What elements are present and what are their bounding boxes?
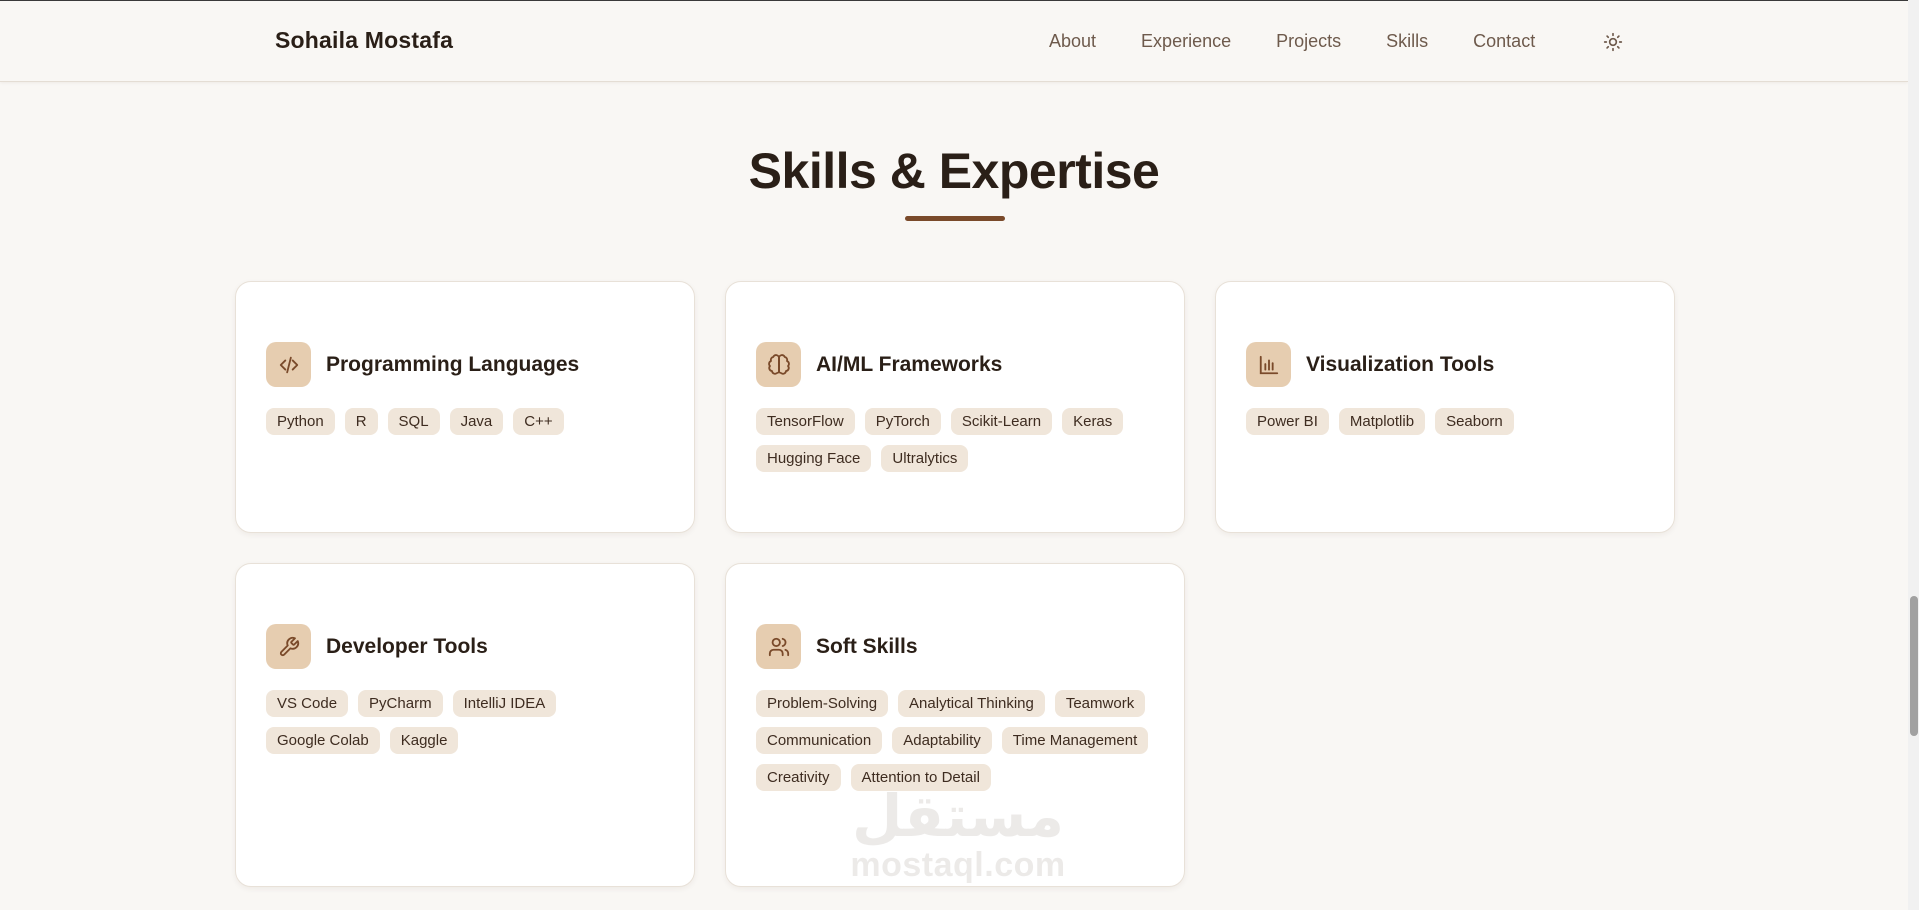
skill-tag: Hugging Face bbox=[756, 445, 872, 472]
card-header: Soft Skills bbox=[756, 624, 918, 669]
tag-list: Power BI Matplotlib Seaborn bbox=[1246, 408, 1656, 445]
card-title: AI/ML Frameworks bbox=[816, 352, 1003, 376]
card-title: Developer Tools bbox=[326, 634, 488, 658]
card-icon-tile bbox=[756, 624, 801, 669]
card-title: Soft Skills bbox=[816, 634, 918, 658]
skill-tag: Python bbox=[266, 408, 335, 435]
card-title: Programming Languages bbox=[326, 352, 580, 376]
card-icon-tile bbox=[756, 342, 801, 387]
theme-toggle-button[interactable] bbox=[1602, 31, 1624, 53]
page: Sohaila Mostafa About Experience Project… bbox=[0, 0, 1919, 910]
card-icon-tile bbox=[266, 342, 311, 387]
sun-icon bbox=[1603, 32, 1623, 52]
skill-tag: Java bbox=[449, 408, 504, 435]
skill-tag: C++ bbox=[513, 408, 564, 435]
scrollbar-thumb[interactable] bbox=[1910, 596, 1918, 736]
skill-tag: Keras bbox=[1062, 408, 1124, 435]
tag-list: VS Code PyCharm IntelliJ IDEA Google Colab K… bbox=[266, 690, 676, 764]
skill-tag: Seaborn bbox=[1435, 408, 1514, 435]
skill-tag: VS Code bbox=[266, 690, 349, 717]
card-header: AI/ML Frameworks bbox=[756, 342, 1002, 387]
skill-tag: TensorFlow bbox=[756, 408, 855, 435]
code-icon bbox=[279, 356, 298, 373]
bar-chart-icon bbox=[1259, 355, 1278, 374]
nav-link-contact[interactable]: Contact bbox=[1473, 31, 1535, 52]
skill-card-developer-tools: Developer Tools VS Code PyCharm IntelliJ I… bbox=[235, 563, 695, 887]
card-header: Programming Languages bbox=[266, 342, 579, 387]
skill-card-ai-ml-frameworks: AI/ML Frameworks TensorFlow PyTorch Scikit… bbox=[725, 281, 1185, 533]
brand-name[interactable]: Sohaila Mostafa bbox=[275, 27, 453, 54]
skill-tag: Attention to Detail bbox=[850, 764, 991, 791]
scrollbar-track[interactable] bbox=[1908, 0, 1919, 910]
skill-tag: PyCharm bbox=[358, 690, 443, 717]
title-underline bbox=[905, 216, 1005, 221]
skill-card-soft-skills: Soft Skills Problem-Solving Analytical Th… bbox=[725, 563, 1185, 887]
skill-tag: Creativity bbox=[756, 764, 841, 791]
tag-list: Problem-Solving Analytical Thinking Teamwo… bbox=[756, 690, 1166, 801]
skill-tag: SQL bbox=[387, 408, 440, 435]
skill-tag: Kaggle bbox=[389, 727, 459, 754]
skill-tag: Teamwork bbox=[1054, 690, 1146, 717]
skill-tag: Power BI bbox=[1246, 408, 1329, 435]
card-header: Developer Tools bbox=[266, 624, 488, 669]
nav-link-about[interactable]: About bbox=[1049, 31, 1096, 52]
card-header: Visualization Tools bbox=[1246, 342, 1494, 387]
tag-list: Python R SQL Java C++ bbox=[266, 408, 676, 445]
wrench-icon bbox=[279, 636, 299, 656]
skill-tag: IntelliJ IDEA bbox=[452, 690, 557, 717]
section-title: Skills & Expertise bbox=[748, 143, 1160, 199]
skill-card-programming-languages: Programming Languages Python R SQL Java C++ bbox=[235, 281, 695, 533]
skill-tag: Google Colab bbox=[266, 727, 380, 754]
brain-icon bbox=[767, 353, 790, 375]
main-nav: About Experience Projects Skills Contact bbox=[1049, 31, 1580, 52]
skill-tag: Problem-Solving bbox=[756, 690, 889, 717]
tag-list: TensorFlow PyTorch Scikit-Learn Keras Huggin… bbox=[756, 408, 1166, 482]
card-title: Visualization Tools bbox=[1306, 352, 1495, 376]
skill-tag: Time Management bbox=[1001, 727, 1149, 754]
site-header: Sohaila Mostafa About Experience Project… bbox=[0, 0, 1908, 82]
nav-link-experience[interactable]: Experience bbox=[1141, 31, 1231, 52]
skill-tag: Adaptability bbox=[892, 727, 992, 754]
skill-tag: Analytical Thinking bbox=[898, 690, 1045, 717]
skill-tag: Communication bbox=[756, 727, 883, 754]
nav-link-skills[interactable]: Skills bbox=[1386, 31, 1428, 52]
users-icon bbox=[768, 637, 789, 656]
card-icon-tile bbox=[1246, 342, 1291, 387]
skill-tag: PyTorch bbox=[864, 408, 941, 435]
skill-tag: Matplotlib bbox=[1338, 408, 1426, 435]
card-icon-tile bbox=[266, 624, 311, 669]
skill-tag: R bbox=[344, 408, 378, 435]
nav-link-projects[interactable]: Projects bbox=[1276, 31, 1341, 52]
skill-tag: Ultralytics bbox=[881, 445, 969, 472]
skill-card-visualization-tools: Visualization Tools Power BI Matplotlib Se… bbox=[1215, 281, 1675, 533]
skill-tag: Scikit-Learn bbox=[950, 408, 1053, 435]
